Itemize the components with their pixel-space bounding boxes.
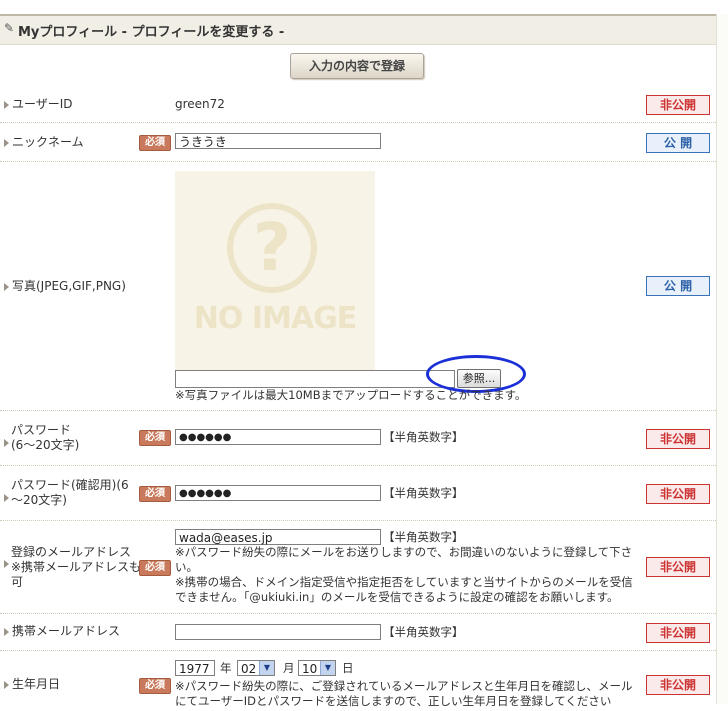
birthday-note-line1: ※パスワード紛失の際に、ご登録されているメールアドレスと生年月日を確認し、メール (175, 679, 633, 693)
password-confirm-hankaku: 【半角英数字】 (383, 486, 464, 500)
triangle-bullet-icon (4, 494, 9, 502)
row-birthday: 生年月日 必須 1977 年 02 ▼ 月 10 ▼ 日 ※パスワード紛失の際に… (0, 651, 716, 711)
password-label-line2: (6〜20文字) (11, 438, 80, 452)
password-confirm-label-text: パスワード(確認用)(6 〜20文字) (11, 478, 129, 508)
year-unit: 年 (220, 661, 232, 675)
birthday-note-line2: にてユーザーIDとパスワードを送信しますので、正しい生年月日を登録してください (175, 694, 612, 708)
triangle-bullet-icon (4, 627, 9, 636)
password-confirm-required-badge: 必須 (139, 486, 171, 502)
nickname-label-text: ニックネーム (12, 135, 84, 149)
row-user-id: ユーザーID green72 非公開 (0, 86, 716, 123)
row-mobile-email: 携帯メールアドレス 【半角英数字】 非公開 (0, 614, 716, 651)
photo-label-text: 写真(JPEG,GIF,PNG) (12, 279, 126, 293)
section-header: ✎ Myプロフィール - プロフィールを変更する - (0, 14, 716, 45)
triangle-bullet-icon (4, 282, 9, 291)
birthday-note: ※パスワード紛失の際に、ご登録されているメールアドレスと生年月日を確認し、メール… (175, 679, 632, 709)
mobile-email-label-text: 携帯メールアドレス (12, 624, 121, 638)
email-required-badge: 必須 (139, 560, 171, 576)
nickname-required-badge: 必須 (139, 135, 171, 151)
photo-note: ※写真ファイルは最大10MBまでアップロードすることができます。 (175, 388, 527, 402)
birth-month-value: 02 (241, 662, 257, 676)
birthday-required-badge: 必須 (139, 678, 171, 694)
photo-public-badge[interactable]: 公 開 (646, 276, 710, 296)
nickname-public-badge[interactable]: 公 開 (646, 133, 710, 153)
photo-file-input[interactable] (175, 370, 455, 388)
row-email: 登録のメールアドレス ※携帯メールアドレスも 可 必須 wada@eases.j… (0, 521, 716, 614)
password-confirm-input[interactable]: ●●●●●● (175, 485, 381, 501)
photo-label: 写真(JPEG,GIF,PNG) (4, 279, 126, 294)
nickname-input[interactable]: うきうき (175, 133, 381, 149)
triangle-bullet-icon (4, 439, 9, 447)
triangle-bullet-icon (4, 680, 9, 689)
email-label-line3: 可 (11, 575, 24, 589)
user-id-private-badge[interactable]: 非公開 (646, 95, 710, 115)
birthday-label: 生年月日 (4, 677, 60, 692)
mobile-email-label: 携帯メールアドレス (4, 624, 120, 639)
top-border (0, 0, 728, 15)
email-input[interactable]: wada@eases.jp (175, 529, 381, 545)
chevron-down-icon[interactable]: ▼ (259, 661, 274, 675)
email-note-2-line2: できません。「@ukiuki.in」のメールを受信できるように設定の確認をお願い… (175, 590, 619, 604)
birth-day-value: 10 (302, 662, 318, 676)
question-mark-icon: ? (252, 209, 292, 286)
birth-year-input[interactable]: 1977 (175, 660, 215, 676)
email-private-badge[interactable]: 非公開 (646, 557, 710, 577)
mobile-email-private-badge[interactable]: 非公開 (646, 623, 710, 643)
password-confirm-label-line1: パスワード(確認用)(6 (11, 478, 129, 492)
email-label-line1: 登録のメールアドレス (11, 545, 132, 559)
birthday-private-badge[interactable]: 非公開 (646, 675, 710, 695)
row-password-confirm: パスワード(確認用)(6 〜20文字) 必須 ●●●●●● 【半角英数字】 非公… (0, 466, 716, 521)
email-label-line2: ※携帯メールアドレスも (11, 560, 142, 574)
email-note-2-line1: ※携帯の場合、ドメイン指定受信や指定拒否をしていますと当サイトからのメールを受信 (175, 575, 633, 589)
birth-day-select[interactable]: 10 ▼ (298, 660, 336, 676)
scrollbar-track[interactable] (716, 14, 728, 704)
pencil-icon: ✎ (4, 21, 15, 35)
page-title: Myプロフィール - プロフィールを変更する - (18, 25, 285, 40)
password-required-badge: 必須 (139, 430, 171, 446)
birthday-label-text: 生年月日 (12, 677, 61, 691)
mobile-email-input[interactable] (175, 624, 381, 640)
row-nickname: ニックネーム 必須 うきうき 公 開 (0, 123, 716, 162)
password-label-text: パスワード (6〜20文字) (11, 423, 79, 453)
email-label-text: 登録のメールアドレス ※携帯メールアドレスも 可 (11, 545, 141, 590)
mobile-email-hankaku: 【半角英数字】 (383, 625, 464, 639)
register-button[interactable]: 入力の内容で登録 (290, 53, 424, 79)
email-hankaku: 【半角英数字】 (383, 530, 464, 544)
triangle-bullet-icon (4, 138, 9, 147)
password-input[interactable]: ●●●●●● (175, 429, 381, 445)
password-confirm-label-line2: 〜20文字) (11, 493, 67, 507)
password-confirm-private-badge[interactable]: 非公開 (646, 484, 710, 504)
password-hankaku: 【半角英数字】 (383, 430, 464, 444)
triangle-bullet-icon (4, 100, 9, 109)
user-id-value: green72 (175, 97, 225, 111)
row-password: パスワード (6〜20文字) 必須 ●●●●●● 【半角英数字】 非公開 (0, 411, 716, 466)
email-note-1-line1: ※パスワード紛失の際にメールをお送りしますので、お間違いのないように登録して下さ (175, 545, 633, 559)
user-id-label-text: ユーザーID (12, 97, 73, 111)
password-label-line1: パスワード (11, 423, 72, 437)
triangle-bullet-icon (4, 560, 9, 568)
user-id-label: ユーザーID (4, 97, 73, 112)
no-image-placeholder: ? NO IMAGE (175, 171, 375, 371)
day-unit: 日 (342, 661, 354, 675)
chevron-down-icon[interactable]: ▼ (320, 661, 335, 675)
email-note-1-line2: い。 (175, 560, 198, 574)
month-unit: 月 (283, 661, 295, 675)
nickname-label: ニックネーム (4, 135, 84, 150)
birth-month-select[interactable]: 02 ▼ (237, 660, 275, 676)
password-private-badge[interactable]: 非公開 (646, 429, 710, 449)
email-note-1: ※パスワード紛失の際にメールをお送りしますので、お間違いのないように登録して下さ… (175, 545, 633, 605)
no-image-text: NO IMAGE (193, 301, 357, 336)
